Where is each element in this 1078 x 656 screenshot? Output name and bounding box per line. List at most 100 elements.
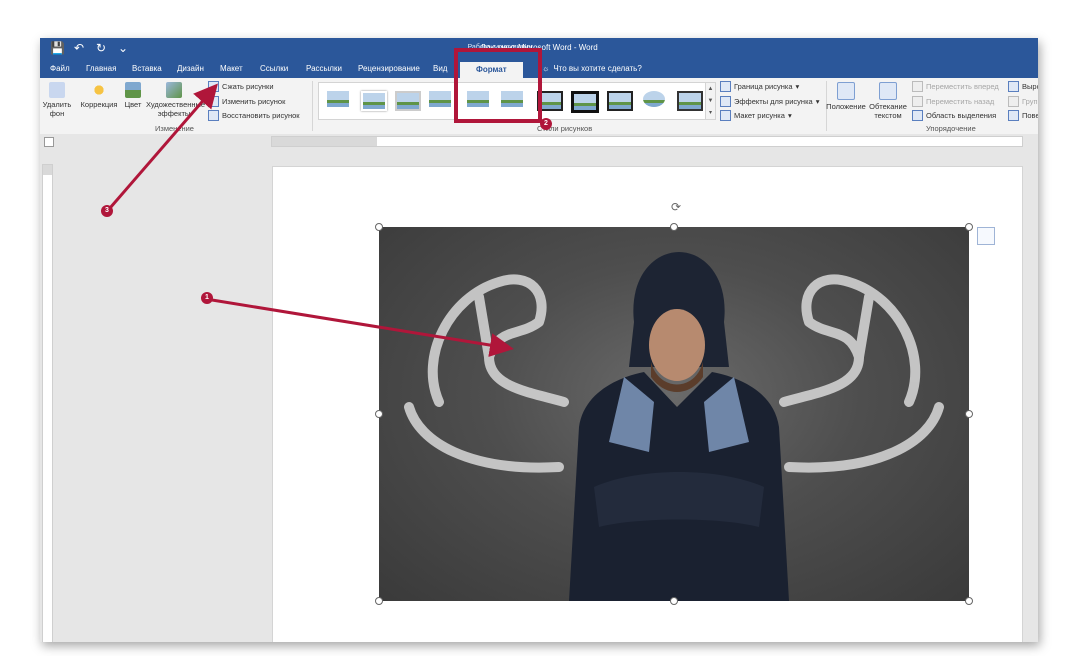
picture-effects-button[interactable]: Эффекты для рисунка ▾ (720, 96, 819, 107)
layout-options-icon[interactable] (977, 227, 995, 245)
picture-border-label: Граница рисунка (734, 82, 793, 91)
align-label: Выро (1022, 82, 1038, 91)
lightbulb-icon: ☼ (542, 64, 550, 73)
document-page[interactable]: ⟳ (272, 166, 1023, 642)
bring-forward-button[interactable]: Переместить вперед (912, 81, 999, 92)
tell-me[interactable]: ☼ Что вы хотите сделать? (542, 64, 642, 73)
tab-mailings[interactable]: Рассылки (306, 64, 342, 73)
annotation-badge-3: 3 (101, 205, 113, 217)
gallery-scroll[interactable]: ▲ ▼ ▾ (705, 82, 716, 120)
align-button[interactable]: Выро (1008, 81, 1038, 92)
tab-file[interactable]: Файл (50, 64, 70, 73)
dropdown-icon: ▾ (815, 97, 820, 106)
tab-design[interactable]: Дизайн (177, 64, 204, 73)
artistic-effects-label: Художественные эффекты (146, 100, 206, 118)
change-picture-icon (208, 96, 219, 107)
layout-icon (720, 110, 731, 121)
selection-pane-label: Область выделения (926, 111, 997, 120)
remove-background-icon (49, 82, 65, 98)
resize-handle[interactable] (375, 410, 383, 418)
style-thumb[interactable] (673, 87, 703, 111)
tab-review[interactable]: Рецензирование (358, 64, 420, 73)
rotate-button[interactable]: Пове (1008, 110, 1038, 121)
vertical-ruler (42, 164, 53, 642)
group-label: Груп (1022, 97, 1038, 106)
reset-picture-button[interactable]: Восстановить рисунок (208, 110, 300, 121)
annotation-badge-2: 2 (540, 118, 552, 130)
style-thumb[interactable] (603, 87, 633, 111)
resize-handle[interactable] (375, 223, 383, 231)
picture-border-button[interactable]: Граница рисунка ▾ (720, 81, 799, 92)
style-thumb[interactable] (425, 87, 455, 111)
align-icon (1008, 81, 1019, 92)
reset-picture-icon (208, 110, 219, 121)
color-button[interactable]: Цвет (122, 82, 144, 109)
resize-handle[interactable] (965, 223, 973, 231)
style-thumb[interactable] (391, 87, 421, 111)
style-thumb[interactable] (567, 87, 599, 113)
resize-handle[interactable] (670, 597, 678, 605)
dropdown-icon: ▾ (795, 82, 800, 91)
bring-forward-label: Переместить вперед (926, 82, 999, 91)
compress-pictures-button[interactable]: Сжать рисунки (208, 81, 274, 92)
annotation-badge-1: 1 (201, 292, 213, 304)
position-button[interactable]: Положение (826, 82, 866, 111)
divider (312, 81, 313, 131)
color-label: Цвет (124, 100, 142, 109)
tab-home[interactable]: Главная (86, 64, 116, 73)
tab-view[interactable]: Вид (433, 64, 447, 73)
send-backward-label: Переместить назад (926, 97, 995, 106)
artistic-effects-icon (166, 82, 182, 98)
resize-handle[interactable] (375, 597, 383, 605)
word-window: 💾 ↶ ↻ ⌄ Работа с рисунками Документ Micr… (40, 38, 1038, 642)
send-backward-button[interactable]: Переместить назад (912, 96, 994, 107)
tab-insert[interactable]: Вставка (132, 64, 162, 73)
style-thumb[interactable] (323, 87, 353, 111)
group-button[interactable]: Груп (1008, 96, 1038, 107)
artistic-effects-button[interactable]: Художественные эффекты (146, 82, 206, 118)
group-adjust-label: Изменение (155, 124, 194, 133)
sun-icon (91, 82, 107, 98)
selected-picture[interactable] (379, 227, 969, 601)
style-thumb[interactable] (639, 87, 669, 111)
format-tab-highlight (454, 48, 542, 123)
tab-references[interactable]: Ссылки (260, 64, 288, 73)
bring-forward-icon (912, 81, 923, 92)
resize-handle[interactable] (670, 223, 678, 231)
change-picture-label: Изменить рисунок (222, 97, 286, 106)
compress-label: Сжать рисунки (222, 82, 274, 91)
selection-pane-icon (912, 110, 923, 121)
compress-icon (208, 81, 219, 92)
tab-selector-icon[interactable] (44, 137, 54, 147)
border-icon (720, 81, 731, 92)
picture-content (404, 252, 944, 601)
wrap-text-button[interactable]: Обтекание текстом (868, 82, 908, 120)
tab-layout[interactable]: Макет (220, 64, 243, 73)
position-icon (837, 82, 855, 100)
corrections-button[interactable]: Коррекция (78, 82, 120, 109)
rotate-label: Пове (1022, 111, 1038, 120)
remove-background-label: Удалить фон (42, 100, 72, 118)
position-label: Положение (826, 102, 866, 111)
rotate-icon (1008, 110, 1019, 121)
resize-handle[interactable] (965, 410, 973, 418)
wrap-text-icon (879, 82, 897, 100)
change-picture-button[interactable]: Изменить рисунок (208, 96, 285, 107)
picture-layout-label: Макет рисунка (734, 111, 785, 120)
picture-layout-button[interactable]: Макет рисунка ▾ (720, 110, 792, 121)
selection-pane-button[interactable]: Область выделения (912, 110, 996, 121)
rotate-handle-icon[interactable]: ⟳ (670, 201, 682, 213)
horizontal-ruler (40, 134, 1038, 148)
tell-me-label: Что вы хотите сделать? (553, 64, 642, 73)
remove-background-button[interactable]: Удалить фон (42, 82, 72, 118)
corrections-label: Коррекция (80, 100, 118, 109)
picture-effects-label: Эффекты для рисунка (734, 97, 813, 106)
reset-picture-label: Восстановить рисунок (222, 111, 300, 120)
group-arrange-label: Упорядочение (926, 124, 976, 133)
color-icon (125, 82, 141, 98)
resize-handle[interactable] (965, 597, 973, 605)
group-icon (1008, 96, 1019, 107)
style-thumb[interactable] (357, 87, 387, 111)
dropdown-icon: ▾ (787, 111, 792, 120)
wrap-text-label: Обтекание текстом (869, 102, 907, 120)
